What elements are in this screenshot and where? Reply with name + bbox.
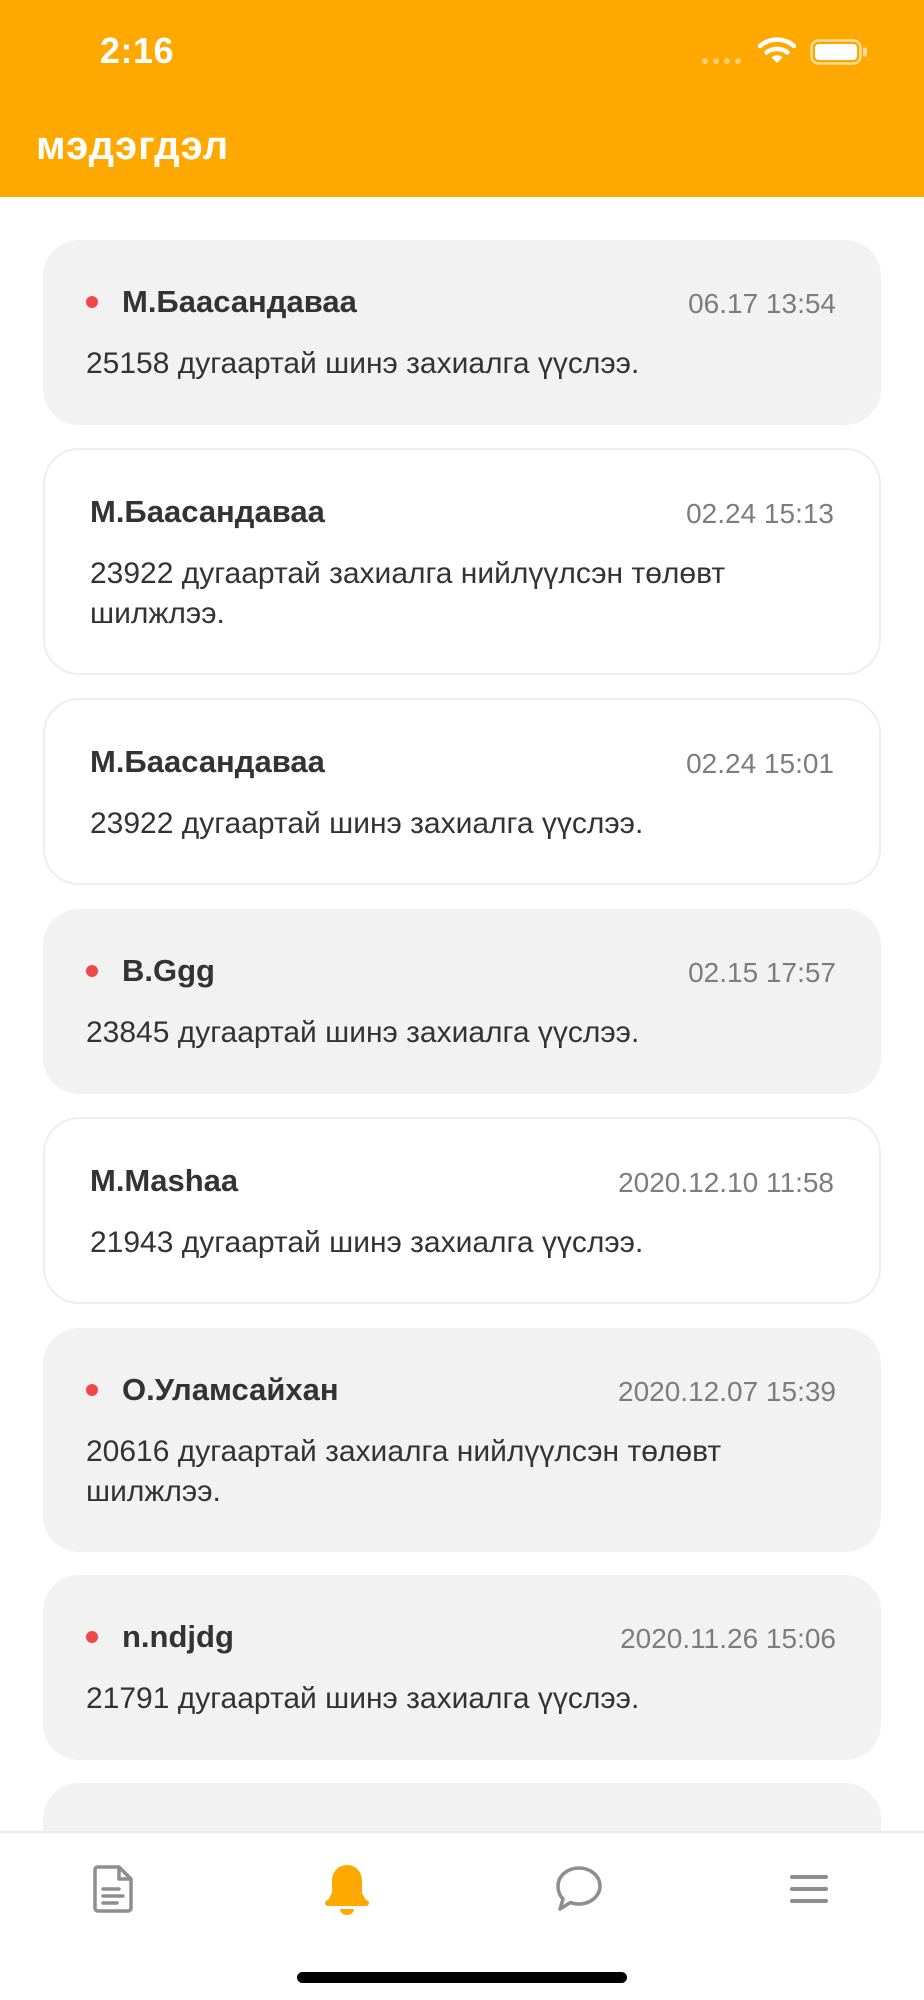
notification-time: 2020.12.10 11:58 xyxy=(618,1167,834,1198)
battery-icon xyxy=(810,39,867,65)
notification-message: 23922 дугаартай шинэ захиалга үүслээ. xyxy=(90,807,644,840)
notification-card[interactable]: О.Уламсайхан 2020.12.07 15:39 20616 дуга… xyxy=(43,1328,881,1552)
notification-time: 02.24 15:01 xyxy=(686,748,834,779)
bell-icon xyxy=(325,1865,369,1915)
notification-time: 06.17 13:54 xyxy=(688,288,836,319)
notification-message: 20616 дугаартай захиалга нийлүүлсэн төлө… xyxy=(86,1435,722,1508)
notification-card[interactable]: М.Баасандаваа 02.24 15:13 23922 дугаарта… xyxy=(43,448,881,675)
tab-chat[interactable] xyxy=(549,1859,609,1919)
notification-time: 2020.12.07 15:39 xyxy=(618,1376,836,1407)
notification-sender: M.Mashaa xyxy=(90,1163,239,1198)
notification-card[interactable] xyxy=(43,1783,881,1831)
notification-sender: М.Баасандаваа xyxy=(122,284,357,319)
notification-list[interactable]: М.Баасандаваа 06.17 13:54 25158 дугаарта… xyxy=(0,197,924,1831)
page-title: мэдэгдэл xyxy=(36,124,230,168)
tab-menu[interactable] xyxy=(779,1859,839,1919)
notification-sender: n.ndjdg xyxy=(122,1619,234,1654)
notification-sender: М.Баасандаваа xyxy=(90,494,325,529)
notification-card[interactable]: М.Баасандаваа 02.24 15:01 23922 дугаарта… xyxy=(43,698,881,885)
notification-sender: О.Уламсайхан xyxy=(122,1372,339,1407)
notification-message: 21943 дугаартай шинэ захиалга үүслээ. xyxy=(90,1226,644,1259)
unread-dot-icon xyxy=(86,965,98,977)
tab-notifications[interactable] xyxy=(317,1859,377,1919)
notification-card[interactable]: n.ndjdg 2020.11.26 15:06 21791 дугаартай… xyxy=(43,1575,881,1760)
notification-card[interactable]: М.Баасандаваа 06.17 13:54 25158 дугаарта… xyxy=(43,240,881,425)
unread-dot-icon xyxy=(86,1631,98,1643)
notification-message: 21791 дугаартай шинэ захиалга үүслээ. xyxy=(86,1682,640,1715)
header: 2:16 мэдэгдэл xyxy=(0,0,924,197)
notification-sender: М.Баасандаваа xyxy=(90,744,325,779)
menu-icon xyxy=(790,1875,828,1903)
notification-sender: B.Ggg xyxy=(122,953,215,988)
wifi-icon xyxy=(758,37,796,63)
status-time: 2:16 xyxy=(100,30,175,71)
notification-message: 25158 дугаартай шинэ захиалга үүслээ. xyxy=(86,347,640,380)
chat-icon xyxy=(556,1866,602,1911)
notification-time: 02.24 15:13 xyxy=(686,498,834,529)
tab-orders[interactable] xyxy=(83,1859,143,1919)
unread-dot-icon xyxy=(86,1384,98,1396)
notification-card[interactable]: B.Ggg 02.15 17:57 23845 дугаартай шинэ з… xyxy=(43,909,881,1094)
notification-time: 2020.11.26 15:06 xyxy=(620,1623,836,1654)
home-indicator[interactable] xyxy=(297,1972,627,1983)
signal-icon xyxy=(702,58,741,64)
notification-card[interactable]: M.Mashaa 2020.12.10 11:58 21943 дугаарта… xyxy=(43,1117,881,1304)
unread-dot-icon xyxy=(86,296,98,308)
notification-message: 23922 дугаартай захиалга нийлүүлсэн төлө… xyxy=(90,557,726,630)
notification-message: 23845 дугаартай шинэ захиалга үүслээ. xyxy=(86,1016,640,1049)
document-icon xyxy=(93,1865,133,1913)
notification-time: 02.15 17:57 xyxy=(688,957,836,988)
